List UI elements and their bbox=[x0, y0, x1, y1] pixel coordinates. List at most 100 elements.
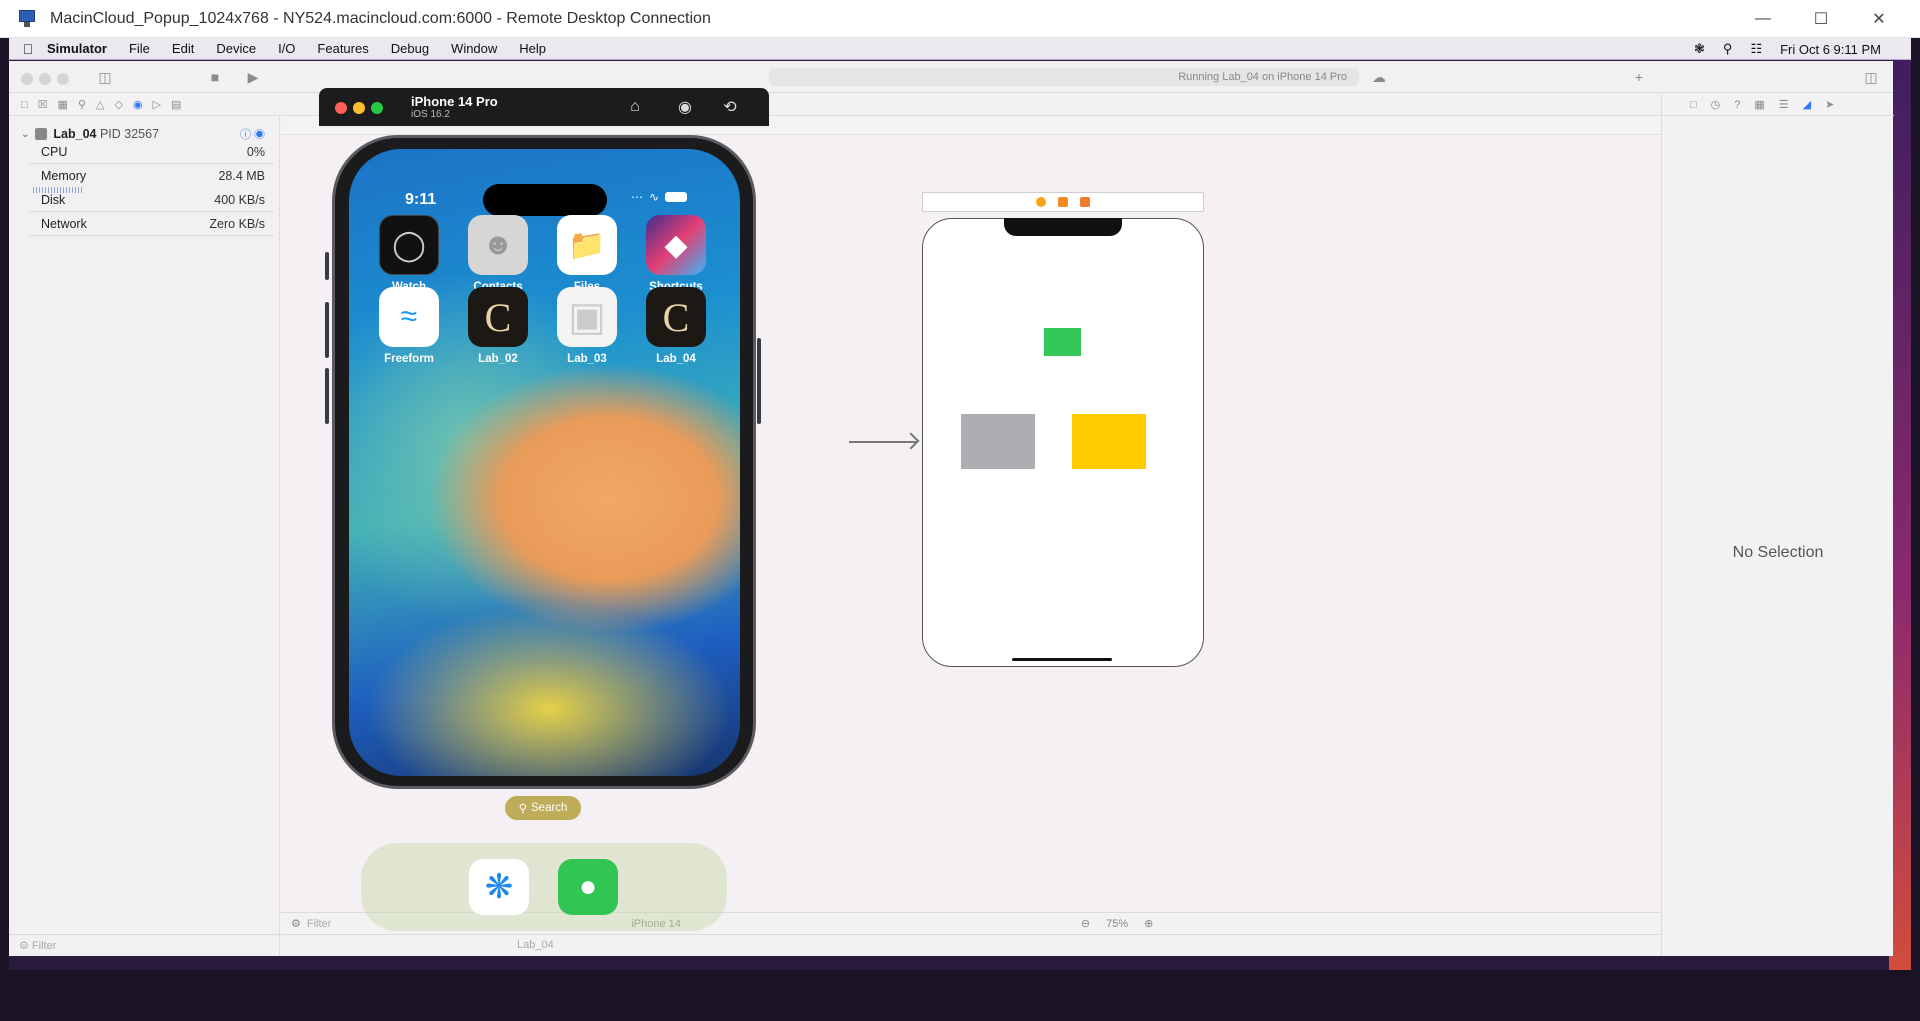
exit-icon[interactable] bbox=[1080, 197, 1090, 207]
simulator-os-version: iOS 16.2 bbox=[411, 109, 450, 120]
app-lab02[interactable]: C Lab_02 bbox=[453, 287, 543, 365]
volume-down-button[interactable] bbox=[325, 368, 329, 424]
sim-minimize-dot[interactable] bbox=[353, 102, 365, 114]
debug-target: Lab_04 bbox=[517, 939, 554, 951]
action-button[interactable] bbox=[325, 252, 329, 280]
menu-features[interactable]: Features bbox=[317, 41, 368, 56]
library-cloud-icon[interactable]: ☁ bbox=[1369, 67, 1389, 87]
app-watch[interactable]: ◯ Watch bbox=[364, 215, 454, 293]
gauge-cpu[interactable]: CPU 0% bbox=[21, 145, 271, 159]
first-responder-icon[interactable] bbox=[1058, 197, 1068, 207]
menu-app-name[interactable]: Simulator bbox=[47, 41, 107, 56]
volume-up-button[interactable] bbox=[325, 302, 329, 358]
menu-file[interactable]: File bbox=[129, 41, 150, 56]
control-center-icon[interactable]: ☷ bbox=[1750, 41, 1762, 57]
app-lab03[interactable]: ▣ Lab_03 bbox=[542, 287, 632, 365]
zoom-in-icon[interactable]: ⊕ bbox=[1144, 917, 1153, 930]
menu-help[interactable]: Help bbox=[519, 41, 546, 56]
report-icon[interactable]: ▤ bbox=[171, 98, 181, 111]
help-icon[interactable]: ? bbox=[1734, 99, 1740, 111]
menu-clock[interactable]: Fri Oct 6 9:11 PM bbox=[1780, 42, 1881, 57]
menu-debug[interactable]: Debug bbox=[391, 41, 429, 56]
source-control-icon[interactable]: ☒ bbox=[38, 98, 48, 111]
remote-desktop-icon bbox=[18, 8, 40, 30]
issue-icon[interactable]: △ bbox=[96, 98, 104, 111]
inspector-toggle-icon[interactable]: ◫ bbox=[1861, 67, 1881, 87]
safari-icon[interactable]: ❋ bbox=[469, 859, 529, 915]
rdp-window-title: MacinCloud_Popup_1024x768 - NY524.macinc… bbox=[50, 9, 711, 27]
folder-icon[interactable]: □ bbox=[21, 99, 28, 111]
stop-button-icon[interactable]: ■ bbox=[205, 67, 225, 87]
zoom-out-icon[interactable]: ⊖ bbox=[1081, 917, 1090, 930]
history-icon[interactable]: ◷ bbox=[1711, 98, 1721, 111]
size-icon[interactable]: ◢ bbox=[1803, 98, 1811, 111]
app-shortcuts[interactable]: ◆ Shortcuts bbox=[631, 215, 721, 293]
scene-dock[interactable] bbox=[922, 192, 1204, 212]
test-icon[interactable]: ◇ bbox=[114, 98, 122, 111]
attributes-icon[interactable]: ☰ bbox=[1779, 98, 1789, 111]
app-lab04[interactable]: C Lab_04 bbox=[631, 287, 721, 365]
green-square-view[interactable] bbox=[1044, 328, 1081, 356]
screenshot-icon[interactable]: ◉ bbox=[674, 97, 696, 117]
app-label: Freeform bbox=[384, 353, 434, 365]
battery-icon bbox=[665, 192, 688, 202]
process-row[interactable]: ⌄ Lab_04 PID 32567 ⓘ ◉ bbox=[21, 127, 271, 141]
airdrop-icon[interactable]: ❃ bbox=[1694, 41, 1705, 57]
app-contacts[interactable]: ☻ Contacts bbox=[453, 215, 543, 293]
gauge-memory[interactable]: Memory 28.4 MB bbox=[21, 169, 271, 183]
home-icon[interactable]: ⌂ bbox=[624, 97, 646, 117]
xcode-toolbar: ◫ ■ ▶ Running Lab_04 on iPhone 14 Pro ☁ … bbox=[9, 61, 1893, 93]
contacts-icon: ☻ bbox=[468, 215, 528, 275]
minimize-button[interactable]: — bbox=[1734, 0, 1792, 38]
view-controller-icon[interactable] bbox=[1036, 197, 1046, 207]
find-icon[interactable]: ⚲ bbox=[78, 98, 86, 111]
menu-io[interactable]: I/O bbox=[278, 41, 295, 56]
process-status-icons[interactable]: ⓘ ◉ bbox=[240, 126, 265, 142]
xcode-zoom-dot[interactable] bbox=[57, 73, 69, 85]
process-pid: PID 32567 bbox=[99, 127, 160, 141]
gauge-network[interactable]: Network Zero KB/s bbox=[21, 217, 271, 231]
breakpoint-icon[interactable]: ▷ bbox=[153, 98, 161, 111]
activity-view: Running Lab_04 on iPhone 14 Pro bbox=[769, 68, 1359, 86]
canvas-filter[interactable]: Filter bbox=[307, 918, 331, 930]
sim-close-dot[interactable] bbox=[335, 102, 347, 114]
connections-icon[interactable]: ➤ bbox=[1825, 98, 1834, 111]
xcode-close-dot[interactable] bbox=[21, 73, 33, 85]
navigator-filter[interactable]: ⚙ Filter bbox=[9, 934, 280, 956]
add-tab-icon[interactable]: + bbox=[1629, 67, 1649, 87]
rdp-title-bar: MacinCloud_Popup_1024x768 - NY524.macinc… bbox=[0, 0, 1920, 38]
gauge-label: CPU bbox=[41, 145, 68, 159]
symbol-icon[interactable]: ▦ bbox=[58, 98, 68, 111]
cellular-icon: ⋯ bbox=[631, 190, 643, 204]
messages-icon[interactable]: ● bbox=[558, 859, 618, 915]
menu-edit[interactable]: Edit bbox=[172, 41, 194, 56]
debug-navigator-icon[interactable]: ◉ bbox=[133, 98, 143, 111]
sim-zoom-dot[interactable] bbox=[371, 102, 383, 114]
menu-device[interactable]: Device bbox=[216, 41, 256, 56]
xcode-minimize-dot[interactable] bbox=[39, 73, 51, 85]
gauge-label: Memory bbox=[41, 169, 87, 183]
apple-menu-icon[interactable]:  bbox=[9, 41, 47, 57]
watch-icon: ◯ bbox=[379, 215, 439, 275]
lab-app-icon: C bbox=[468, 287, 528, 347]
app-freeform[interactable]: ≈ Freeform bbox=[364, 287, 454, 365]
status-time: 9:11 bbox=[405, 191, 437, 208]
close-button[interactable]: ✕ bbox=[1850, 0, 1908, 38]
run-button-icon[interactable]: ▶ bbox=[243, 67, 263, 87]
gauge-disk[interactable]: Disk 400 KB/s bbox=[21, 193, 271, 207]
rotate-icon[interactable]: ⟲ bbox=[719, 97, 741, 117]
yellow-square-view[interactable] bbox=[1072, 414, 1146, 469]
filter-icon: ⚙ bbox=[19, 940, 32, 952]
scene-home-indicator bbox=[1012, 658, 1112, 661]
app-files[interactable]: 📁 Files bbox=[542, 215, 632, 293]
disclosure-icon[interactable]: ⌄ bbox=[21, 129, 29, 140]
gray-square-view[interactable] bbox=[961, 414, 1035, 469]
identity-icon[interactable]: ▦ bbox=[1754, 98, 1764, 111]
side-button[interactable] bbox=[757, 338, 761, 424]
sidebar-toggle-icon[interactable]: ◫ bbox=[95, 67, 115, 87]
file-inspector-icon[interactable]: □ bbox=[1690, 99, 1697, 111]
home-search-button[interactable]: ⚲ Search bbox=[505, 796, 581, 820]
maximize-button[interactable]: ☐ bbox=[1792, 0, 1850, 38]
spotlight-icon[interactable]: ⚲ bbox=[1723, 41, 1733, 57]
menu-window[interactable]: Window bbox=[451, 41, 497, 56]
